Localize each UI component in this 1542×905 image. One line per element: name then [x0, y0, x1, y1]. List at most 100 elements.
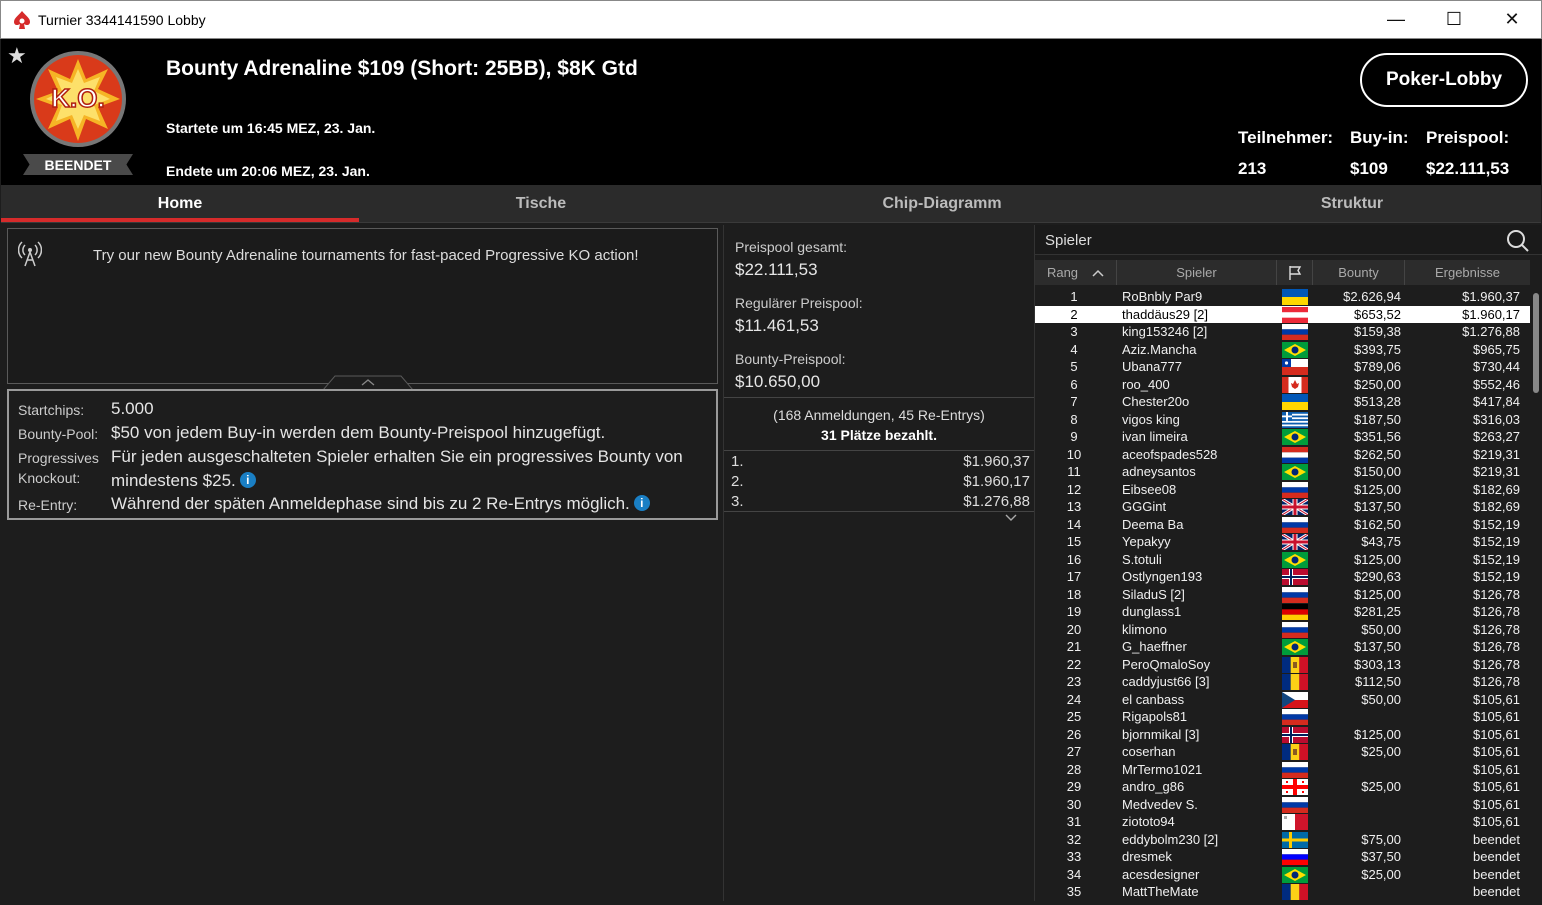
- info-icon[interactable]: i: [633, 495, 650, 511]
- player-rank: 17: [1066, 569, 1082, 584]
- player-row[interactable]: 4 Aziz.Mancha $393,75 $965,75: [1035, 341, 1530, 359]
- player-row[interactable]: 15 Yepakyy $43,75 $152,19: [1035, 532, 1530, 552]
- player-row[interactable]: 12 Eibsee08 $125,00 $182,69: [1035, 481, 1530, 499]
- player-search-input[interactable]: Spieler: [1045, 232, 1092, 249]
- player-row[interactable]: 21 G_haeffner $137,50 $126,78: [1035, 638, 1530, 656]
- player-row[interactable]: 16 S.totuli $125,00 $152,19: [1035, 551, 1530, 569]
- expand-payouts-chevron-icon[interactable]: [1005, 514, 1017, 522]
- country-flag-icon: [1282, 639, 1308, 655]
- progressive-label-line1: Progressives: [18, 450, 99, 466]
- player-row[interactable]: 20 klimono $50,00 $126,78: [1035, 621, 1530, 639]
- player-row[interactable]: 13 GGGint $137,50 $182,69: [1035, 497, 1530, 517]
- player-row[interactable]: 30 Medvedev S. $105,61: [1035, 796, 1530, 814]
- player-rank: 15: [1066, 534, 1082, 549]
- close-button[interactable]: ✕: [1483, 1, 1541, 38]
- player-result: $126,78: [1473, 621, 1520, 637]
- player-row[interactable]: 9 ivan limeira $351,56 $263,27: [1035, 428, 1530, 446]
- player-row[interactable]: 27 coserhan $25,00 $105,61: [1035, 743, 1530, 761]
- player-row[interactable]: 22 PeroQmaloSoy $303,13 $126,78: [1035, 656, 1530, 674]
- player-rank: 8: [1070, 411, 1078, 427]
- player-row[interactable]: 33 dresmek $37,50 beendet: [1035, 848, 1530, 866]
- result-column-header[interactable]: Ergebnisse: [1405, 260, 1530, 285]
- collapse-chevron-icon[interactable]: [323, 374, 413, 390]
- player-row[interactable]: 11 adneysantos $150,00 $219,31: [1035, 463, 1530, 481]
- prizepool-value: $22.111,53: [1426, 159, 1510, 178]
- tab-tische[interactable]: Tische: [361, 185, 721, 222]
- players-table-header: Rang Spieler Bounty Ergebnisse: [1035, 260, 1530, 285]
- player-result: $105,61: [1473, 709, 1520, 724]
- player-row[interactable]: 18 SiladuS [2] $125,00 $126,78: [1035, 586, 1530, 604]
- maximize-button[interactable]: ☐: [1425, 1, 1483, 38]
- player-name: G_haeffner: [1122, 639, 1187, 654]
- reentry-value: Während der späten Anmeldephase sind bis…: [111, 494, 630, 513]
- player-row[interactable]: 1 RoBnbly Par9 $2.626,94 $1.960,37: [1035, 288, 1530, 306]
- player-row[interactable]: 23 caddyjust66 [3] $112,50 $126,78: [1035, 673, 1530, 691]
- tab-chip-diagramm[interactable]: Chip-Diagramm: [721, 185, 1163, 222]
- player-row[interactable]: 10 aceofspades528 $262,50 $219,31: [1035, 446, 1530, 464]
- buyin-label: Buy-in:: [1350, 128, 1409, 147]
- player-row[interactable]: 6 roo_400 $250,00 $552,46: [1035, 376, 1530, 394]
- player-rank: 30: [1066, 796, 1082, 812]
- player-rank: 26: [1066, 726, 1082, 742]
- flag-icon: [1288, 265, 1301, 280]
- country-flag-icon: [1282, 796, 1308, 813]
- player-rank: 9: [1070, 429, 1078, 444]
- player-row[interactable]: 3 king153246 [2] $159,38 $1.276,88: [1035, 323, 1530, 341]
- player-row[interactable]: 31 ziototo94 $105,61: [1035, 813, 1530, 831]
- tab-home[interactable]: Home: [1, 185, 359, 222]
- player-name: Aziz.Mancha: [1122, 341, 1197, 357]
- player-row[interactable]: 29 andro_g86 $25,00 $105,61: [1035, 778, 1530, 796]
- player-row[interactable]: 34 acesdesigner $25,00 beendet: [1035, 866, 1530, 884]
- tab-struktur[interactable]: Struktur: [1163, 185, 1541, 222]
- country-flag-icon: [1282, 884, 1308, 900]
- player-row[interactable]: 35 MattTheMate beendet: [1035, 883, 1530, 901]
- player-row[interactable]: 19 dunglass1 $281,25 $126,78: [1035, 603, 1530, 621]
- player-result: beendet: [1473, 849, 1520, 864]
- info-icon[interactable]: i: [239, 472, 256, 488]
- player-rank: 7: [1070, 394, 1078, 409]
- player-row[interactable]: 17 Ostlyngen193 $290,63 $152,19: [1035, 568, 1530, 586]
- bounty-column-header[interactable]: Bounty: [1313, 260, 1405, 285]
- progressive-value-line1: Für jeden ausgeschalteten Spieler erhalt…: [111, 447, 683, 466]
- player-row[interactable]: 7 Chester20o $513,28 $417,84: [1035, 393, 1530, 411]
- player-row[interactable]: 26 bjornmikal [3] $125,00 $105,61: [1035, 726, 1530, 744]
- player-search-bar[interactable]: Spieler: [1035, 225, 1542, 255]
- player-bounty: $290,63: [1354, 569, 1401, 584]
- player-result: $182,69: [1473, 481, 1520, 497]
- player-row[interactable]: 14 Deema Ba $162,50 $152,19: [1035, 516, 1530, 534]
- player-row[interactable]: 8 vigos king $187,50 $316,03: [1035, 411, 1530, 429]
- flag-column-header[interactable]: [1277, 260, 1313, 285]
- player-bounty: $281,25: [1354, 604, 1401, 619]
- player-row[interactable]: 2 thaddäus29 [2] $653,52 $1.960,17: [1035, 305, 1530, 323]
- player-row[interactable]: 32 eddybolm230 [2] $75,00 beendet: [1035, 831, 1530, 849]
- player-bounty: $653,52: [1354, 306, 1401, 322]
- players-scrollbar[interactable]: [1533, 293, 1539, 393]
- player-result: $219,31: [1473, 446, 1520, 462]
- reentry-value-wrap: Während der späten Anmeldephase sind bis…: [111, 494, 650, 514]
- player-column-header[interactable]: Spieler: [1117, 260, 1277, 285]
- promo-panel: Try our new Bounty Adrenaline tournament…: [7, 228, 718, 390]
- minimize-button[interactable]: —: [1367, 1, 1425, 38]
- bounty-prizepool-value: $10.650,00: [735, 372, 821, 391]
- favorite-star-icon[interactable]: ★: [7, 43, 27, 69]
- player-name: aceofspades528: [1122, 446, 1218, 462]
- player-rank: 10: [1066, 446, 1082, 462]
- rank-column-header[interactable]: Rang: [1035, 260, 1117, 285]
- payout-amount: $1.960,37: [963, 453, 1030, 470]
- player-rank: 11: [1067, 464, 1081, 479]
- player-result: $316,03: [1473, 411, 1520, 427]
- player-row[interactable]: 28 MrTermo1021 $105,61: [1035, 761, 1530, 779]
- search-icon[interactable]: [1506, 229, 1530, 253]
- progressive-value-line2-wrap: mindestens $25. i: [111, 471, 256, 491]
- player-rank: 31: [1066, 814, 1082, 829]
- player-name: adneysantos: [1122, 464, 1196, 479]
- player-row[interactable]: 25 Rigapols81 $105,61: [1035, 708, 1530, 726]
- player-row[interactable]: 24 el canbass $50,00 $105,61: [1035, 691, 1530, 709]
- player-rank: 3: [1070, 324, 1078, 339]
- payout-amount: $1.276,88: [963, 493, 1030, 510]
- payout-row: 3. $1.276,88: [728, 493, 1030, 513]
- player-bounty: $137,50: [1354, 499, 1401, 514]
- poker-lobby-button[interactable]: Poker-Lobby: [1360, 53, 1528, 107]
- player-result: $126,78: [1473, 656, 1520, 672]
- player-row[interactable]: 5 Ubana777 $789,06 $730,44: [1035, 358, 1530, 376]
